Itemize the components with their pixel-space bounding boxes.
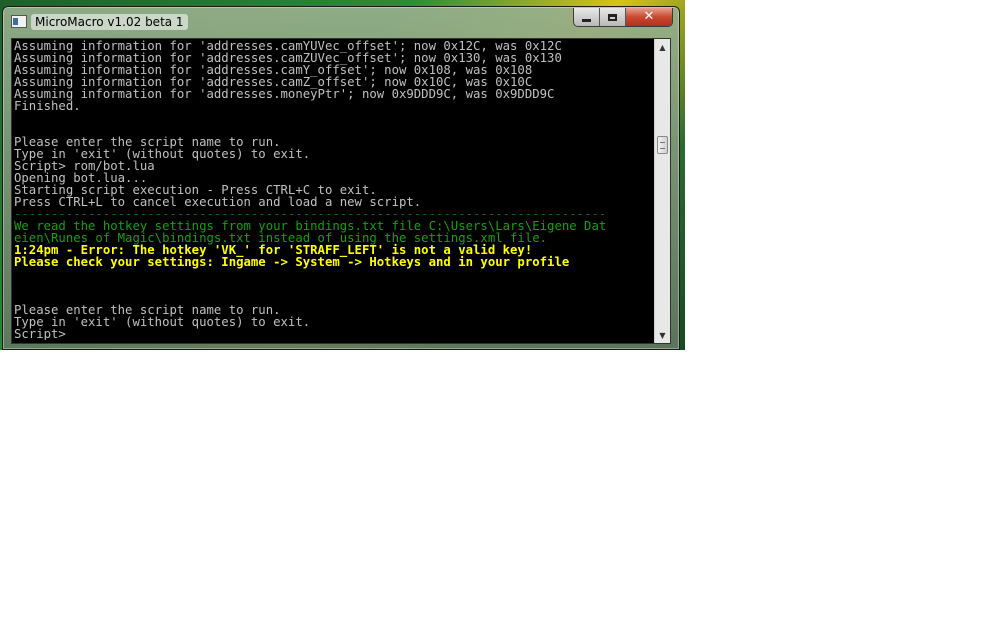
console-line: Press CTRL+L to cancel execution and loa… [14,195,422,209]
console-line: Script> [14,327,66,340]
console-window[interactable]: MicroMacro v1.02 beta 1 ✕ Assuming infor… [2,6,680,350]
scroll-up-button[interactable]: ▲ [655,39,670,55]
scroll-up-arrow-icon: ▲ [659,42,666,52]
scroll-down-arrow-icon: ▼ [659,330,666,340]
close-button[interactable]: ✕ [626,8,672,26]
minimize-button[interactable] [574,8,600,26]
vertical-scrollbar[interactable]: ▲ ▼ [654,39,670,343]
console-text: Assuming information for 'addresses.camY… [14,40,654,340]
console-line: Assuming information for 'addresses.mone… [14,87,555,101]
maximize-button[interactable] [600,8,626,26]
title-bar[interactable]: MicroMacro v1.02 beta 1 ✕ [3,7,679,37]
scroll-thumb[interactable] [657,136,668,155]
console-app-icon[interactable] [11,15,27,28]
maximize-icon [608,13,617,21]
console-line: Please check your settings: Ingame -> Sy… [14,255,570,269]
scroll-down-button[interactable]: ▼ [655,327,670,343]
window-controls: ✕ [573,8,673,27]
console-output-area[interactable]: Assuming information for 'addresses.camY… [11,38,671,344]
console-line: Finished. [14,99,81,113]
close-icon: ✕ [643,9,655,24]
console-line: Type in 'exit' (without quotes) to exit. [14,315,311,329]
window-title: MicroMacro v1.02 beta 1 [31,14,188,30]
minimize-icon [582,18,591,22]
